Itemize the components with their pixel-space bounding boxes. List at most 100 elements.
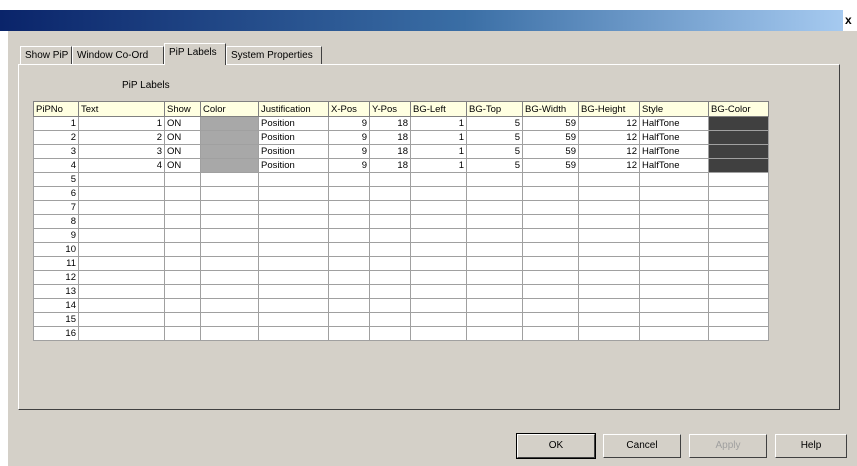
cell-text[interactable] (78, 256, 165, 271)
cell-show[interactable]: ON (164, 158, 201, 173)
table-row[interactable]: 2 2 ON Position 9 18 1 5 59 12 HalfTone (33, 130, 769, 145)
cell-bgwidth[interactable]: 59 (522, 130, 579, 145)
table-row[interactable]: 6 (33, 186, 769, 201)
cell-bgtop[interactable] (466, 186, 523, 201)
cell-xpos[interactable] (328, 214, 370, 229)
cell-bgcolor[interactable] (708, 144, 769, 159)
cell-justification[interactable]: Position (258, 130, 329, 145)
cell-text[interactable] (78, 214, 165, 229)
cell-xpos[interactable] (328, 200, 370, 215)
cell-bgheight[interactable] (578, 256, 640, 271)
close-icon[interactable]: x (845, 13, 852, 27)
cell-text[interactable] (78, 312, 165, 327)
cell-bgleft[interactable] (410, 298, 467, 313)
cell-style[interactable] (639, 200, 709, 215)
cell-style[interactable] (639, 298, 709, 313)
cell-xpos[interactable] (328, 312, 370, 327)
cell-color[interactable] (200, 214, 259, 229)
help-button[interactable]: Help (775, 434, 847, 458)
table-row[interactable]: 15 (33, 312, 769, 327)
cell-justification[interactable]: Position (258, 116, 329, 131)
cell-bgleft[interactable] (410, 284, 467, 299)
cell-pipno[interactable]: 14 (33, 298, 79, 313)
cell-show[interactable] (164, 172, 201, 187)
cell-xpos[interactable] (328, 228, 370, 243)
cell-bgwidth[interactable] (522, 270, 579, 285)
table-row[interactable]: 5 (33, 172, 769, 187)
cell-bgcolor[interactable] (708, 200, 769, 215)
cell-show[interactable] (164, 312, 201, 327)
cell-pipno[interactable]: 8 (33, 214, 79, 229)
cell-bgleft[interactable] (410, 270, 467, 285)
cell-bgleft[interactable]: 1 (410, 144, 467, 159)
cell-bgcolor[interactable] (708, 130, 769, 145)
column-header-text[interactable]: Text (78, 101, 165, 117)
cell-bgheight[interactable] (578, 242, 640, 257)
cell-show[interactable] (164, 228, 201, 243)
cell-xpos[interactable] (328, 298, 370, 313)
cell-bgheight[interactable] (578, 186, 640, 201)
cell-color[interactable] (200, 256, 259, 271)
cell-color[interactable] (200, 186, 259, 201)
column-header-bg-width[interactable]: BG-Width (522, 101, 579, 117)
cell-bgtop[interactable] (466, 256, 523, 271)
column-header-bg-top[interactable]: BG-Top (466, 101, 523, 117)
cell-bgwidth[interactable] (522, 214, 579, 229)
cell-ypos[interactable]: 18 (369, 158, 411, 173)
cell-color[interactable] (200, 312, 259, 327)
cell-justification[interactable]: Position (258, 144, 329, 159)
cell-bgheight[interactable] (578, 172, 640, 187)
cell-color[interactable] (200, 172, 259, 187)
cell-ypos[interactable]: 18 (369, 144, 411, 159)
table-row[interactable]: 9 (33, 228, 769, 243)
cell-xpos[interactable] (328, 186, 370, 201)
cell-xpos[interactable] (328, 270, 370, 285)
cell-bgleft[interactable] (410, 186, 467, 201)
cell-color[interactable] (200, 298, 259, 313)
cell-pipno[interactable]: 11 (33, 256, 79, 271)
cell-style[interactable] (639, 172, 709, 187)
cell-bgleft[interactable] (410, 172, 467, 187)
cell-justification[interactable] (258, 200, 329, 215)
cell-bgtop[interactable] (466, 312, 523, 327)
cell-text[interactable]: 2 (78, 130, 165, 145)
table-row[interactable]: 10 (33, 242, 769, 257)
cell-style[interactable] (639, 228, 709, 243)
cell-text[interactable]: 1 (78, 116, 165, 131)
column-header-bg-color[interactable]: BG-Color (708, 101, 769, 117)
cell-pipno[interactable]: 9 (33, 228, 79, 243)
cell-ypos[interactable] (369, 326, 411, 341)
cell-ypos[interactable] (369, 284, 411, 299)
column-header-x-pos[interactable]: X-Pos (328, 101, 370, 117)
table-row[interactable]: 16 (33, 326, 769, 341)
cell-bgheight[interactable]: 12 (578, 116, 640, 131)
cell-xpos[interactable]: 9 (328, 116, 370, 131)
cell-xpos[interactable]: 9 (328, 158, 370, 173)
tab-show-pip[interactable]: Show PiP (20, 46, 72, 64)
cell-bgwidth[interactable] (522, 256, 579, 271)
table-row[interactable]: 14 (33, 298, 769, 313)
cell-text[interactable] (78, 228, 165, 243)
cell-text[interactable] (78, 172, 165, 187)
cell-bgtop[interactable] (466, 200, 523, 215)
cell-bgtop[interactable]: 5 (466, 158, 523, 173)
cell-bgleft[interactable] (410, 214, 467, 229)
cell-xpos[interactable] (328, 326, 370, 341)
cell-ypos[interactable]: 18 (369, 116, 411, 131)
cell-bgwidth[interactable] (522, 284, 579, 299)
cell-bgwidth[interactable] (522, 242, 579, 257)
cell-show[interactable]: ON (164, 116, 201, 131)
cell-text[interactable]: 4 (78, 158, 165, 173)
cell-bgwidth[interactable] (522, 228, 579, 243)
cell-bgtop[interactable]: 5 (466, 144, 523, 159)
cell-style[interactable]: HalfTone (639, 158, 709, 173)
cell-bgcolor[interactable] (708, 298, 769, 313)
cell-style[interactable] (639, 326, 709, 341)
cell-justification[interactable]: Position (258, 158, 329, 173)
cell-bgleft[interactable] (410, 256, 467, 271)
cell-text[interactable] (78, 186, 165, 201)
cell-bgleft[interactable]: 1 (410, 130, 467, 145)
cell-bgheight[interactable] (578, 284, 640, 299)
cell-ypos[interactable] (369, 200, 411, 215)
cell-bgwidth[interactable]: 59 (522, 158, 579, 173)
